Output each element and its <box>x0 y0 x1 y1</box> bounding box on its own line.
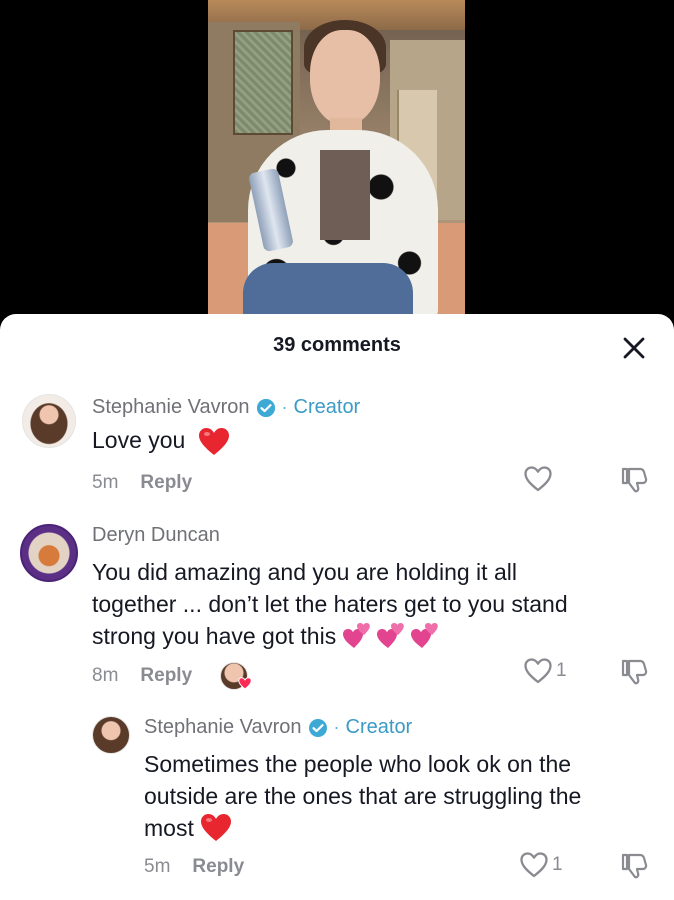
comment-time: 5m <box>92 472 119 493</box>
reply-author-row: Stephanie Vavron · Creator <box>144 716 412 739</box>
comment-meta: 5m Reply <box>92 472 192 494</box>
verified-icon <box>308 718 327 737</box>
dislike-icon <box>621 467 648 493</box>
comment-item: Stephanie Vavron · Creator Love you 5m R… <box>0 392 674 502</box>
avatar[interactable] <box>22 394 76 448</box>
heart-outline-icon <box>524 466 552 492</box>
red-heart-emoji <box>198 427 229 455</box>
dislike-icon <box>621 659 648 685</box>
like-count: 1 <box>556 660 567 681</box>
red-heart-emoji <box>200 814 231 841</box>
dislike-button[interactable] <box>620 466 648 499</box>
comment-author[interactable]: Stephanie Vavron <box>92 396 250 419</box>
comment-author-row: Stephanie Vavron · Creator <box>92 396 360 419</box>
comment-meta: 8m Reply <box>92 662 252 690</box>
creator-liked-indicator <box>220 662 252 690</box>
video-wall-art <box>233 30 293 135</box>
like-count: 1 <box>552 854 563 875</box>
reply-text-line: Sometimes the people who look ok on the <box>144 751 572 777</box>
creator-badge: Creator <box>293 396 361 418</box>
creator-badge: Creator <box>345 716 413 738</box>
video-player[interactable] <box>0 0 674 330</box>
heart-outline-icon <box>520 852 548 878</box>
avatar[interactable] <box>92 716 130 754</box>
reply-text-line: outside are the ones that are struggling… <box>144 783 582 809</box>
comment-text-row: Love you <box>92 424 230 457</box>
dislike-icon <box>621 853 648 879</box>
comments-count: 39 comments <box>273 334 401 356</box>
like-button[interactable] <box>524 466 552 492</box>
dislike-button[interactable] <box>620 658 648 691</box>
video-frame <box>208 0 465 318</box>
comment-text: You did amazing and you are holding it a… <box>92 556 652 652</box>
reply-button[interactable]: Reply <box>140 472 192 494</box>
reply-time: 5m <box>144 856 171 877</box>
small-heart-icon <box>238 677 252 690</box>
video-person-jeans <box>243 263 413 318</box>
video-person-top <box>320 150 370 240</box>
reply-text: Sometimes the people who look ok on the … <box>144 748 654 844</box>
comment-text: Love you <box>92 427 186 453</box>
comment-author-row: Deryn Duncan <box>92 524 220 547</box>
close-button[interactable] <box>620 334 648 362</box>
comments-sheet: 39 comments Stephanie Vavron · Creator L… <box>0 314 674 900</box>
like-button[interactable]: 1 <box>524 658 567 684</box>
reply-meta: 5m Reply <box>144 856 244 878</box>
reply-button[interactable]: Reply <box>192 856 244 878</box>
reply-author[interactable]: Stephanie Vavron <box>144 716 302 739</box>
comments-header: 39 comments <box>0 314 674 376</box>
like-button[interactable]: 1 <box>520 852 563 878</box>
creator-separator: · <box>281 397 288 417</box>
comment-text-line: together ... don’t let the haters get to… <box>92 591 568 617</box>
comment-text-line-last: strong you have got this <box>92 620 652 652</box>
comment-author[interactable]: Deryn Duncan <box>92 524 220 547</box>
dislike-button[interactable] <box>620 852 648 885</box>
pink-hearts-emoji <box>343 623 439 648</box>
video-person-face <box>310 30 380 125</box>
reply-button[interactable]: Reply <box>140 665 192 687</box>
comment-time: 8m <box>92 665 119 686</box>
comment-text-line: You did amazing and you are holding it a… <box>92 559 517 585</box>
heart-outline-icon <box>524 658 552 684</box>
reply-text-line-last: most <box>144 812 654 844</box>
reply-item: Stephanie Vavron · Creator Sometimes the… <box>0 712 674 892</box>
creator-separator: · <box>333 717 340 737</box>
avatar[interactable] <box>20 524 78 582</box>
reply-text-line: most <box>144 815 194 841</box>
close-icon <box>623 337 645 359</box>
verified-icon <box>256 398 275 417</box>
comment-item: Deryn Duncan You did amazing and you are… <box>0 520 674 700</box>
comment-text-line: strong you have got this <box>92 623 337 649</box>
